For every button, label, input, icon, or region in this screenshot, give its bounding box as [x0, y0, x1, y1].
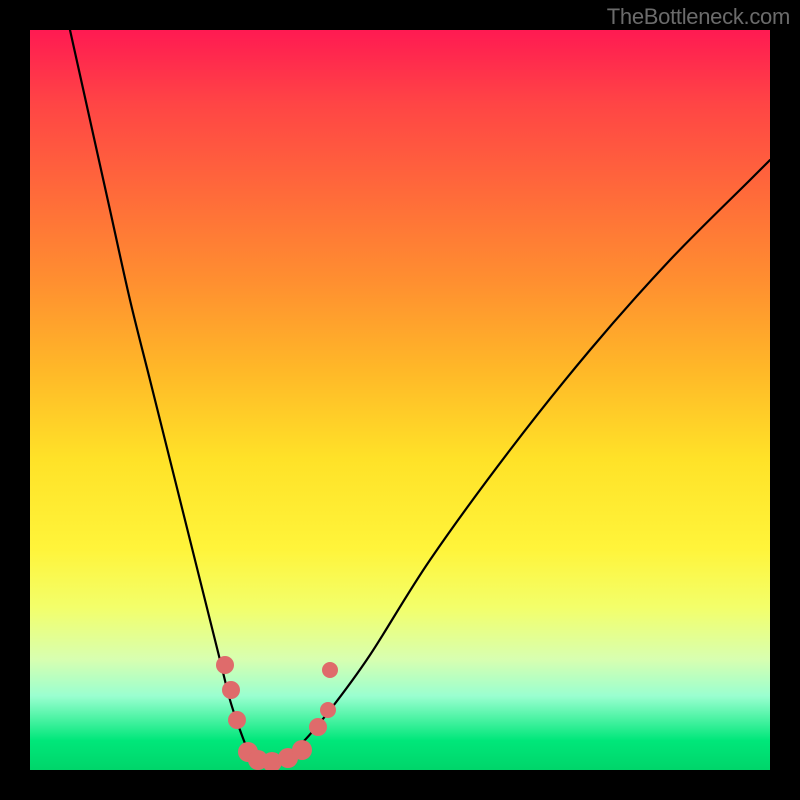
data-markers — [216, 656, 338, 770]
marker-right-1 — [309, 718, 327, 736]
bottleneck-curve — [70, 30, 770, 762]
marker-left-2 — [222, 681, 240, 699]
chart-svg — [30, 30, 770, 770]
marker-bottom-5 — [292, 740, 312, 760]
chart-frame: TheBottleneck.com — [0, 0, 800, 800]
marker-left-1 — [216, 656, 234, 674]
marker-right-2 — [320, 702, 336, 718]
plot-area — [30, 30, 770, 770]
marker-left-3 — [228, 711, 246, 729]
watermark-text: TheBottleneck.com — [607, 4, 790, 30]
marker-right-3 — [322, 662, 338, 678]
